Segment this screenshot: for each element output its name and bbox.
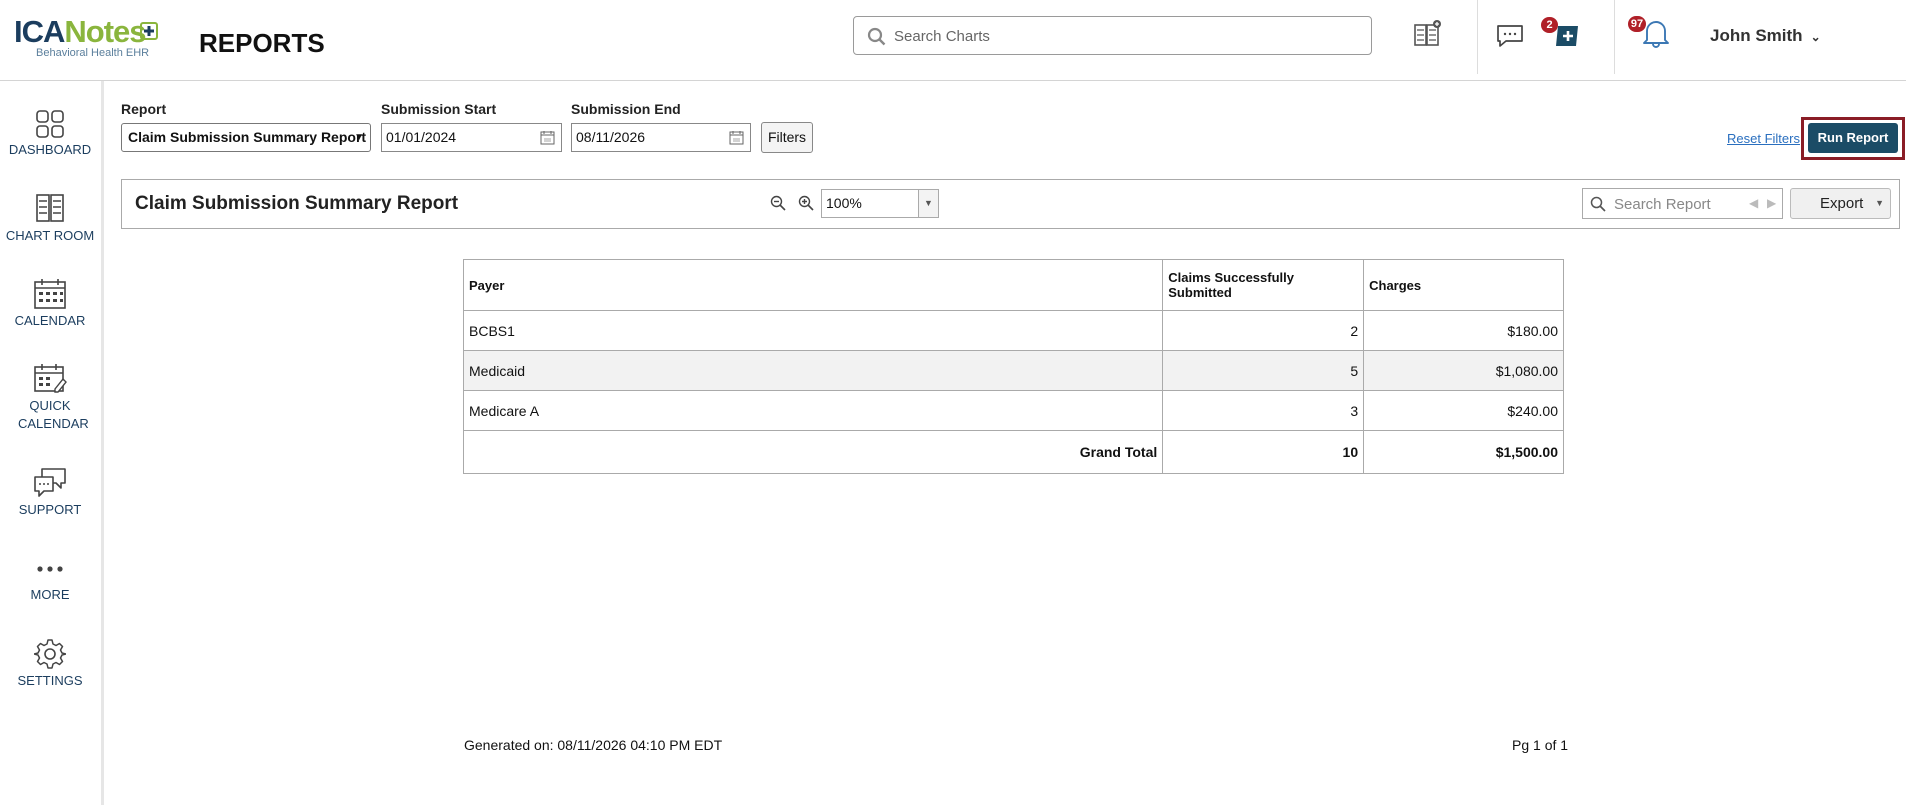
submission-end-value: 08/11/2026	[576, 129, 646, 145]
report-label: Report	[121, 101, 167, 117]
zoom-value: 100%	[826, 195, 862, 211]
more-icon	[37, 566, 63, 572]
charges-cell: $1,080.00	[1363, 350, 1564, 391]
search-icon	[1590, 196, 1606, 212]
filters-button[interactable]: Filters	[761, 122, 813, 153]
table-row: Medicare A 3 $240.00	[462, 390, 1564, 431]
next-result-icon[interactable]: ▶	[1767, 196, 1776, 210]
zoom-select[interactable]: 100% ▼	[821, 189, 939, 218]
sidebar-item-quick-calendar[interactable]: QUICK CALENDAR	[0, 363, 100, 433]
payer-cell: BCBS1	[462, 310, 1164, 351]
sidebar-label: SETTINGS	[17, 673, 83, 688]
bell-icon[interactable]	[1642, 18, 1670, 48]
export-label: Export	[1820, 195, 1864, 212]
payer-cell: Medicaid	[462, 350, 1164, 391]
claims-cell: 2	[1162, 310, 1365, 351]
sidebar-label: CHART ROOM	[5, 228, 95, 243]
search-icon	[867, 27, 886, 46]
messages-badge: 2	[1541, 17, 1558, 33]
sidebar-item-calendar[interactable]: CALENDAR	[0, 278, 100, 330]
claims-cell: 5	[1162, 350, 1365, 391]
report-select[interactable]: Claim Submission Summary Report ▼	[121, 123, 371, 152]
search-charts-box[interactable]	[853, 16, 1372, 55]
sidebar-item-support[interactable]: SUPPORT	[0, 467, 100, 519]
report-select-value: Claim Submission Summary Report	[128, 129, 367, 145]
grand-total-row: Grand Total 10 $1,500.00	[462, 430, 1564, 474]
logo-text-ica: ICA	[14, 14, 65, 49]
table-row: Medicaid 5 $1,080.00	[462, 350, 1564, 391]
user-name: John Smith	[1710, 26, 1803, 45]
submission-start-label: Submission Start	[381, 101, 497, 117]
user-menu[interactable]: John Smith ⌄	[1710, 26, 1821, 46]
page-number: Pg 1 of 1	[1512, 737, 1569, 753]
previous-result-icon[interactable]: ◀	[1749, 196, 1758, 210]
grand-total-claims: 10	[1162, 430, 1365, 474]
page-title: REPORTS	[199, 28, 325, 58]
submission-start-value: 01/01/2024	[386, 129, 457, 145]
chevron-down-icon: ⌄	[1810, 30, 1821, 44]
table-header-row: Payer Claims Successfully Submitted Char…	[462, 259, 1564, 311]
chevron-down-icon[interactable]: ▼	[918, 190, 938, 217]
sidebar: DASHBOARD CHART ROOM CALENDAR QUICK CALE…	[0, 81, 104, 805]
messages-icon[interactable]	[1496, 24, 1524, 48]
logo-cross-icon	[140, 22, 158, 40]
icanotes-logo[interactable]: ICANotes Behavioral Health EHR	[14, 16, 169, 60]
report-table: Payer Claims Successfully Submitted Char…	[462, 259, 1564, 474]
calendar-picker-icon[interactable]	[729, 130, 744, 145]
logo-text-notes: Notes	[64, 14, 146, 49]
payer-cell: Medicare A	[462, 390, 1164, 431]
zoom-in-icon[interactable]	[798, 195, 814, 211]
sidebar-item-settings[interactable]: SETTINGS	[0, 638, 100, 690]
chevron-down-icon: ▼	[354, 132, 364, 143]
claims-cell: 3	[1162, 390, 1365, 431]
charges-cell: $240.00	[1363, 390, 1564, 431]
submission-end-label: Submission End	[571, 101, 681, 117]
sidebar-label: QUICK CALENDAR	[18, 398, 89, 431]
header-divider	[1614, 0, 1615, 74]
search-charts-input[interactable]	[894, 25, 1354, 47]
sidebar-item-more[interactable]: MORE	[0, 554, 100, 604]
notifications-badge: 97	[1628, 16, 1646, 32]
column-header-payer: Payer	[462, 259, 1164, 311]
charges-cell: $180.00	[1363, 310, 1564, 351]
report-viewer-toolbar: Claim Submission Summary Report 100% ▼ ◀…	[121, 179, 1900, 229]
add-task-icon[interactable]	[1554, 22, 1584, 50]
sidebar-label: MORE	[30, 587, 70, 602]
run-report-button[interactable]: Run Report	[1808, 123, 1898, 153]
sidebar-label: DASHBOARD	[8, 142, 92, 157]
column-header-claims: Claims Successfully Submitted	[1162, 259, 1365, 311]
report-title: Claim Submission Summary Report	[135, 193, 459, 214]
submission-end-input[interactable]: 08/11/2026	[571, 123, 751, 152]
chart-room-icon	[36, 194, 64, 222]
search-report-box[interactable]: ◀ ▶	[1582, 188, 1783, 219]
reset-filters-link[interactable]: Reset Filters	[1727, 131, 1800, 146]
header-divider	[1477, 0, 1478, 74]
grand-total-charges: $1,500.00	[1363, 430, 1564, 474]
export-button[interactable]: Export ▼	[1790, 188, 1891, 219]
sidebar-label: SUPPORT	[18, 502, 82, 517]
column-header-charges: Charges	[1363, 259, 1564, 311]
top-header: ICANotes Behavioral Health EHR REPORTS 2…	[0, 0, 1906, 81]
chart-room-add-icon[interactable]	[1413, 19, 1443, 49]
chevron-down-icon: ▼	[1875, 198, 1884, 208]
logo-tagline: Behavioral Health EHR	[36, 47, 150, 59]
search-report-input[interactable]	[1614, 194, 1734, 214]
sidebar-item-dashboard[interactable]: DASHBOARD	[0, 109, 100, 159]
gear-icon	[34, 639, 66, 669]
zoom-out-icon[interactable]	[770, 195, 786, 211]
calendar-picker-icon[interactable]	[540, 130, 555, 145]
quick-calendar-icon	[34, 364, 67, 393]
dashboard-icon	[36, 110, 64, 138]
table-row: BCBS1 2 $180.00	[462, 310, 1564, 351]
submission-start-input[interactable]: 01/01/2024	[381, 123, 562, 152]
sidebar-item-chart-room[interactable]: CHART ROOM	[0, 193, 100, 245]
sidebar-label: CALENDAR	[14, 313, 86, 328]
grand-total-label: Grand Total	[462, 430, 1164, 474]
calendar-icon	[34, 279, 66, 309]
support-icon	[34, 468, 66, 497]
generated-on-text: Generated on: 08/11/2026 04:10 PM EDT	[464, 737, 723, 753]
